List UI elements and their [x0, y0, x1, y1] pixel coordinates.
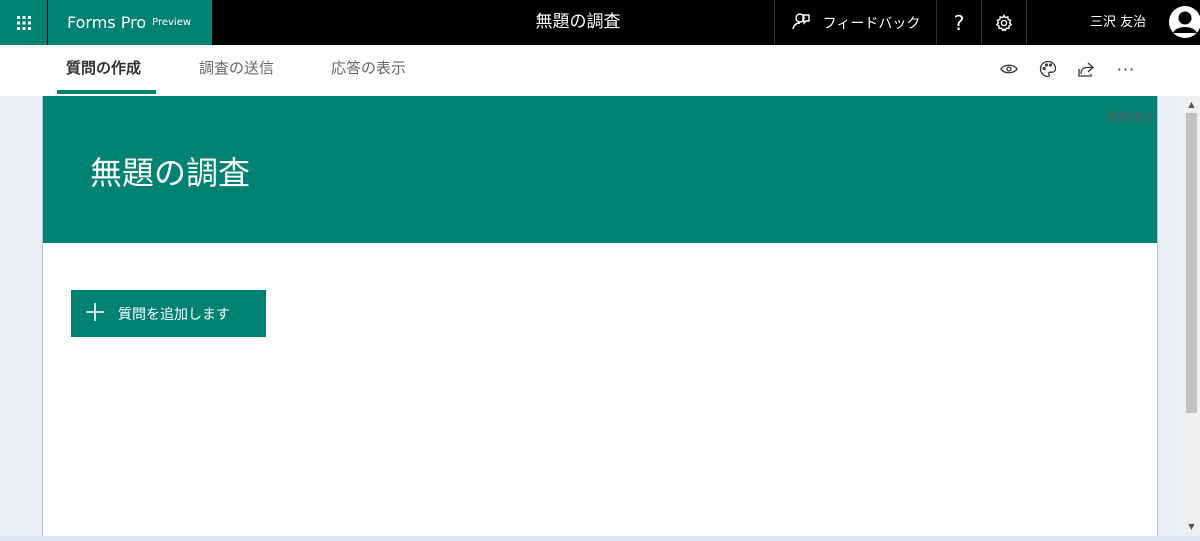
- scrollbar-thumb[interactable]: [1186, 113, 1197, 413]
- palette-icon[interactable]: [1037, 58, 1059, 80]
- waffle-icon[interactable]: [0, 0, 47, 45]
- add-question-button[interactable]: 質問を追加します: [71, 290, 266, 337]
- save-status: 保存済み: [1106, 110, 1155, 124]
- plus-icon: [85, 302, 105, 326]
- brand-link[interactable]: Forms Pro Preview: [48, 0, 212, 45]
- feedback-label: フィードバック: [822, 15, 921, 32]
- scroll-down-arrow[interactable]: ▼: [1186, 520, 1197, 534]
- gear-icon[interactable]: [981, 0, 1026, 45]
- form-title[interactable]: 無題の調査: [90, 148, 250, 194]
- document-title: 無題の調査: [535, 12, 621, 32]
- more-icon[interactable]: ···: [1115, 58, 1137, 80]
- form-editor-card: 保存済み 無題の調査 質問を追加します: [42, 96, 1158, 536]
- brand-name: Forms Pro: [67, 13, 147, 32]
- tab-view-responses[interactable]: 応答の表示: [331, 45, 406, 93]
- avatar: [1168, 5, 1200, 39]
- scroll-up-arrow[interactable]: ▲: [1186, 98, 1197, 112]
- feedback-button[interactable]: フィードバック: [774, 0, 936, 45]
- brand-preview-tag: Preview: [152, 17, 192, 28]
- share-icon[interactable]: [1075, 58, 1097, 80]
- add-question-label: 質問を追加します: [118, 306, 230, 323]
- tab-create-questions[interactable]: 質問の作成: [66, 45, 141, 93]
- top-app-bar: Forms Pro Preview 無題の調査 フィードバック ? 三沢 友治: [0, 0, 1200, 45]
- form-header-banner: 保存済み 無題の調査: [43, 96, 1157, 243]
- form-nav-bar: 質問の作成 調査の送信 応答の表示 ···: [0, 45, 1200, 96]
- help-icon[interactable]: ?: [936, 0, 981, 45]
- eye-icon[interactable]: [998, 58, 1020, 80]
- user-name: 三沢 友治: [1090, 15, 1147, 30]
- feedback-icon: [791, 11, 811, 35]
- active-tab-indicator: [57, 90, 156, 94]
- bottom-edge: [0, 536, 1200, 541]
- tab-send-survey[interactable]: 調査の送信: [199, 45, 274, 93]
- account-menu[interactable]: 三沢 友治: [1026, 0, 1200, 45]
